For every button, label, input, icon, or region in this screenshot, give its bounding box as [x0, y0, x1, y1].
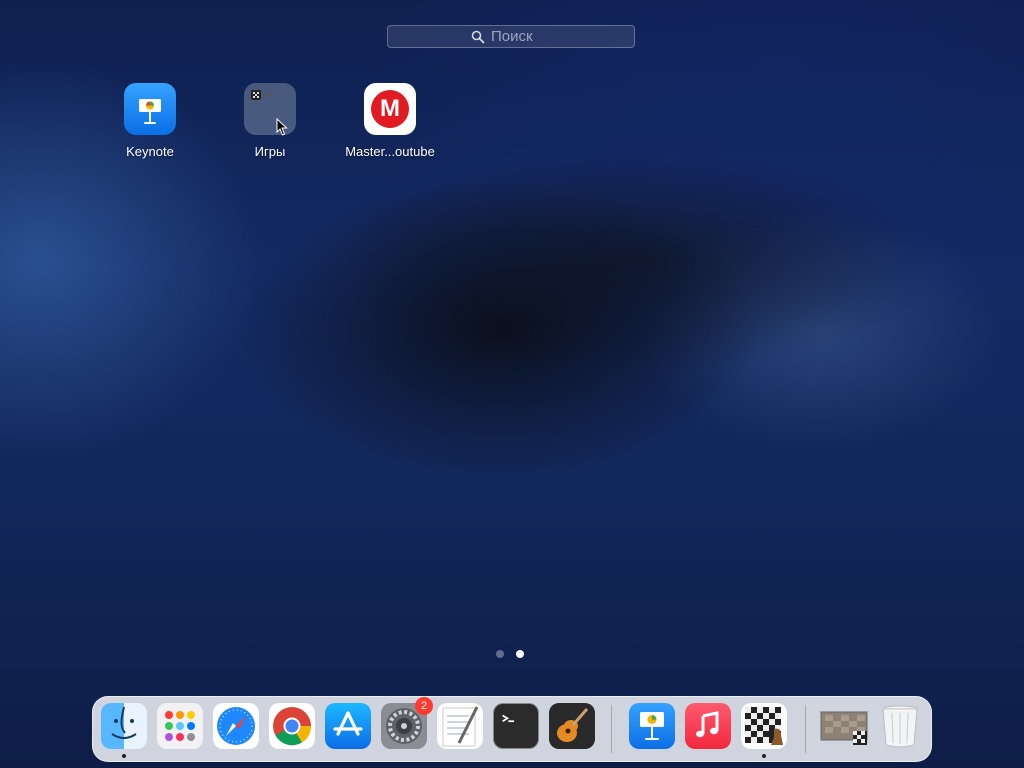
music-icon	[696, 711, 719, 738]
dock-launchpad[interactable]	[157, 703, 203, 749]
dock-chrome[interactable]	[269, 703, 315, 749]
dock-keynote[interactable]	[629, 703, 675, 749]
master-logo: M	[371, 90, 409, 128]
search-icon	[471, 30, 485, 43]
dock-trash[interactable]	[877, 703, 923, 749]
launchpad-screen: Keynote Игры M Master...outube	[0, 0, 1024, 768]
dock-document-stack[interactable]	[819, 703, 871, 749]
chess-document-icon	[820, 711, 868, 745]
garageband-icon	[557, 708, 589, 742]
page-dot-2[interactable]	[516, 650, 524, 658]
running-indicator	[762, 754, 766, 758]
games-folder-icon	[244, 83, 296, 135]
textedit-icon	[442, 706, 479, 747]
dock-textedit[interactable]	[437, 703, 483, 749]
master-youtube-icon: M	[364, 83, 416, 135]
keynote-icon	[124, 83, 176, 135]
dock-system-preferences[interactable]: 2	[381, 697, 433, 749]
page-indicator	[496, 650, 524, 658]
search-field[interactable]	[387, 25, 635, 48]
dock-chess[interactable]	[741, 703, 787, 758]
app-store-icon	[333, 711, 363, 736]
folder-games[interactable]: Игры	[210, 83, 330, 159]
launchpad-icon	[165, 711, 195, 741]
dock-separator	[805, 705, 806, 753]
dock-finder[interactable]	[101, 703, 147, 758]
mouse-pointer-icon	[276, 118, 288, 136]
trash-icon	[882, 705, 918, 748]
page-dot-1[interactable]	[496, 650, 504, 658]
dock-separator	[611, 705, 612, 753]
dock-garageband[interactable]	[549, 703, 595, 749]
notification-badge: 2	[415, 697, 433, 715]
dock-safari[interactable]	[213, 703, 259, 749]
app-master-youtube[interactable]: M Master...outube	[330, 83, 450, 159]
dock-terminal[interactable]	[493, 703, 539, 749]
chess-icon	[745, 707, 783, 745]
app-label: Keynote	[126, 144, 174, 159]
folder-label: Игры	[254, 144, 286, 159]
dock-app-store[interactable]	[325, 703, 371, 749]
app-label: Master...outube	[345, 144, 435, 159]
keynote-icon	[640, 712, 664, 740]
safari-icon	[217, 707, 255, 745]
dock: 2	[92, 696, 932, 762]
chrome-icon	[273, 707, 312, 746]
search-input[interactable]	[491, 28, 551, 45]
finder-icon	[111, 706, 137, 739]
app-keynote[interactable]: Keynote	[90, 83, 210, 159]
terminal-icon	[502, 714, 515, 723]
running-indicator	[122, 754, 126, 758]
dock-music[interactable]	[685, 703, 731, 749]
